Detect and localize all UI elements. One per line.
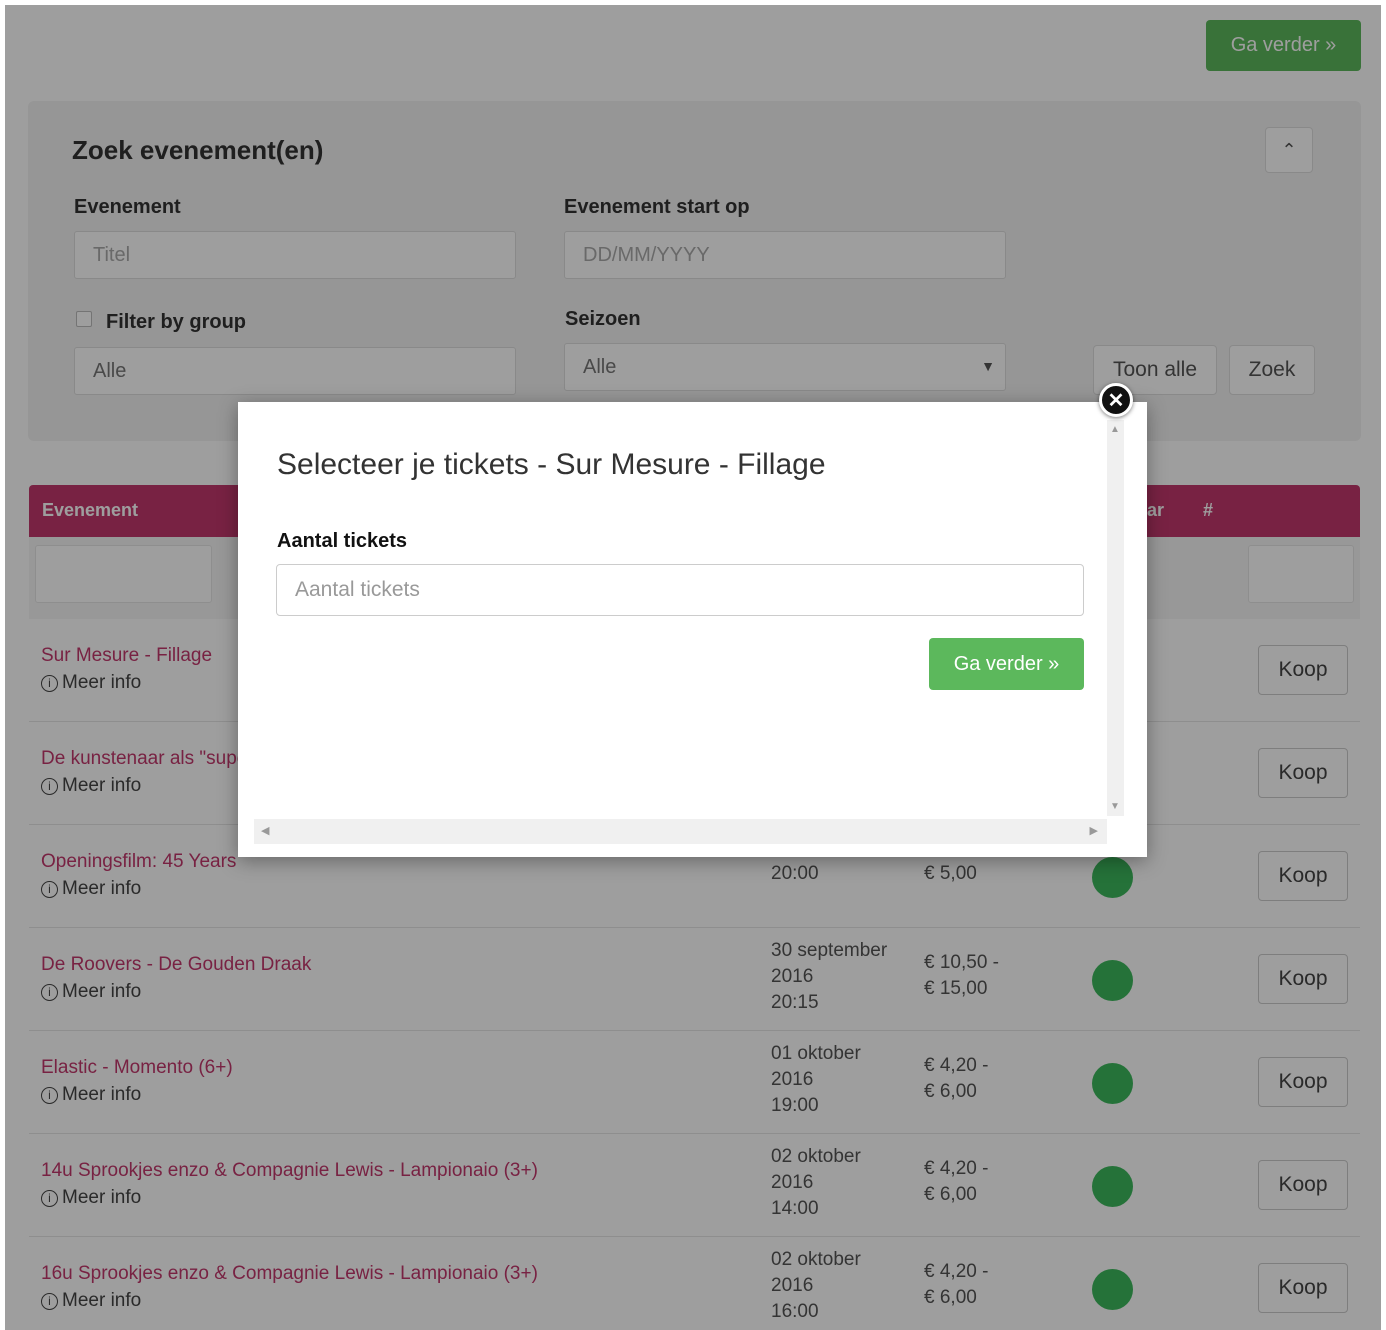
scroll-right-icon[interactable]: ▶ [1090,824,1098,837]
scroll-left-icon[interactable]: ◀ [261,824,269,837]
close-icon[interactable]: ✕ [1099,383,1133,417]
tickets-label: Aantal tickets [277,530,408,552]
tickets-input[interactable] [276,564,1084,616]
ticket-modal: Selecteer je tickets - Sur Mesure - Fill… [238,402,1147,857]
horizontal-scrollbar[interactable]: ◀ ▶ [254,819,1107,844]
scroll-up-icon[interactable]: ▲ [1110,424,1120,435]
continue-button[interactable]: Ga verder » [929,638,1084,690]
modal-title: Selecteer je tickets - Sur Mesure - Fill… [277,448,826,481]
page: Ga verder » Zoek evenement(en) ⌃ Eveneme… [5,5,1381,1330]
scroll-down-icon[interactable]: ▼ [1110,801,1120,812]
vertical-scrollbar[interactable]: ▲ ▼ [1107,420,1124,816]
